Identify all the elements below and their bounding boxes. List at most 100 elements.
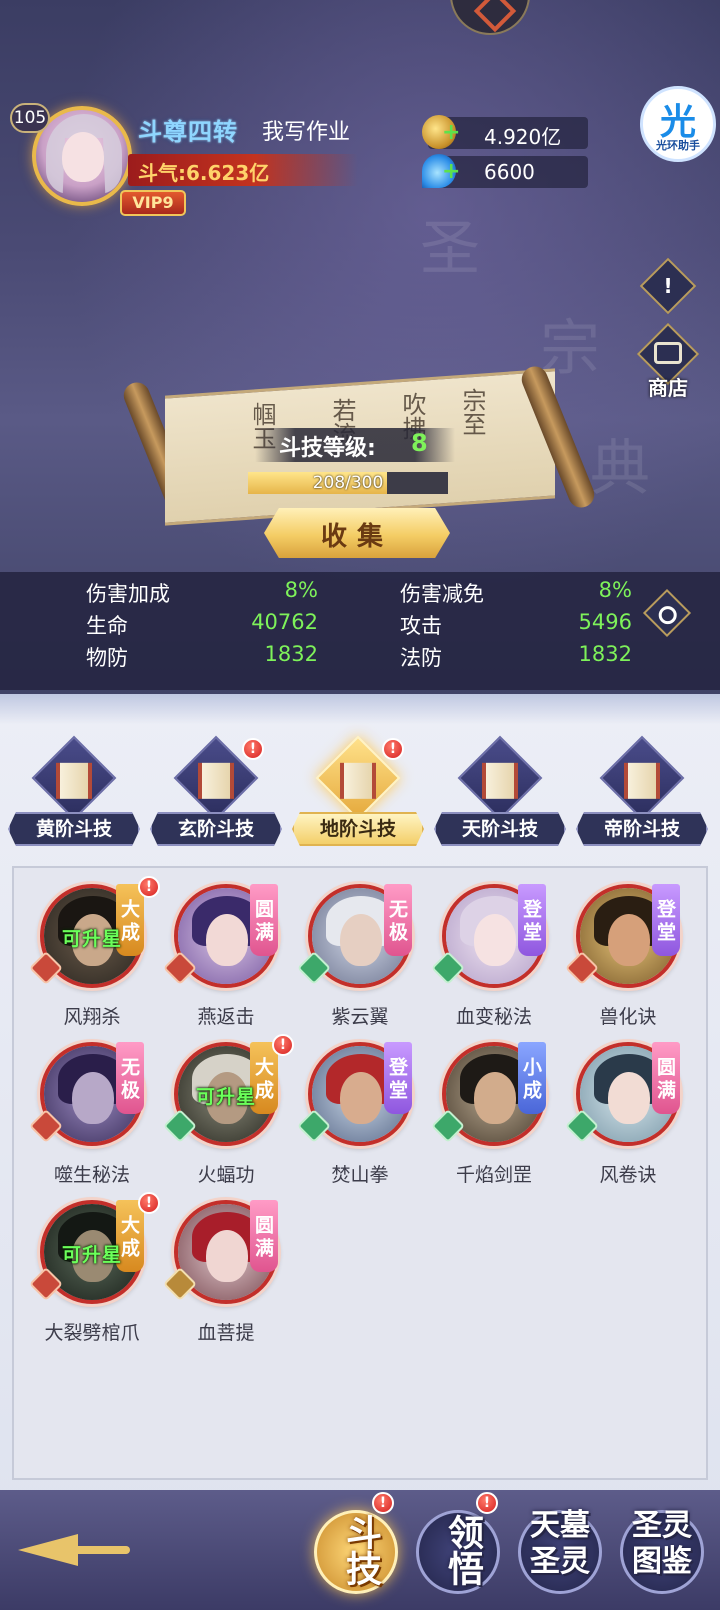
skill-card[interactable]: 大成 可升星 风翔杀 [29,884,166,1034]
skill-grade-badge: 小成 [518,1042,546,1114]
alert-icon: ! [372,1492,394,1514]
alert-icon: ! [242,738,264,760]
skill-grade-badge: 圆满 [250,884,278,956]
skill-name: 风翔杀 [63,1006,121,1028]
skill-grade-badge: 登堂 [518,884,546,956]
skill-level-display: 斗技等级: 8 [255,428,455,462]
star-up-label: 可升星 [61,928,122,950]
skill-card[interactable]: 小成 千焰剑罡 [431,1042,568,1192]
stat-label: 攻击 [400,614,442,638]
skill-card[interactable]: 大成 可升星 火蝠功 [163,1042,300,1192]
tab-label: 地阶斗技 [292,812,424,846]
stat-label: 生命 [86,614,128,638]
skill-name: 燕返击 [197,1006,255,1028]
tab-label: 天阶斗技 [434,812,566,846]
skill-name: 大裂劈棺爪 [44,1322,140,1344]
collect-button[interactable]: 收集 [264,508,450,558]
gold-resource[interactable]: + 4.920亿 [422,115,588,149]
skill-card[interactable]: 无极 紫云翼 [297,884,434,1034]
scroll-book-icon [599,735,685,821]
tab-label: 玄阶斗技 [150,812,282,846]
skill-progress-text: 208/300 [312,473,384,493]
tab-di-skills[interactable]: 地阶斗技 [290,735,426,850]
tab-label: 帝阶斗技 [576,812,708,846]
skill-name: 噬生秘法 [53,1164,130,1186]
alert-icon: ! [272,1034,294,1056]
rank-title: 斗尊四转 [138,118,238,146]
player-name: 我写作业 [262,120,351,145]
nav-spirit-codex[interactable]: 圣灵图鉴 [614,1500,710,1600]
shop-icon [654,342,682,364]
skill-card[interactable]: 登堂 兽化诀 [565,884,702,1034]
skill-name: 兽化诀 [599,1006,657,1028]
star-up-label: 可升星 [61,1244,122,1266]
add-gold-icon[interactable]: + [442,122,460,144]
skill-card[interactable]: 圆满 风卷诀 [565,1042,702,1192]
skill-name: 千焰剑罡 [455,1164,532,1186]
skill-card[interactable]: 圆满 血菩提 [163,1200,300,1350]
stat-label: 伤害加成 [86,582,170,606]
skill-card[interactable]: 登堂 焚山拳 [297,1042,434,1192]
star-up-label: 可升星 [195,1086,256,1108]
nav-skills[interactable]: 斗技 [308,1500,404,1600]
exclamation-icon: ! [663,274,673,298]
scroll-book-icon [31,735,117,821]
tab-label: 黄阶斗技 [8,812,140,846]
stat-label: 物防 [86,646,128,670]
skill-grade-badge: 登堂 [652,884,680,956]
skill-name: 血变秘法 [455,1006,532,1028]
tab-huang-skills[interactable]: 黄阶斗技 [6,735,142,850]
spirit-resource[interactable]: + 6600 [422,154,588,188]
skill-name: 紫云翼 [331,1006,389,1028]
shop-button[interactable]: 商店 [634,322,702,404]
nav-comprehend[interactable]: 领悟 [410,1500,506,1600]
power-value: 斗气:6.623亿 [138,161,270,185]
skill-progress-bar: 208/300 [248,472,448,494]
skill-card[interactable]: 登堂 血变秘法 [431,884,568,1034]
nav-comprehend-label: 领悟 [442,1514,483,1586]
skill-grade-badge: 登堂 [384,1042,412,1114]
tab-xuan-skills[interactable]: 玄阶斗技 [148,735,284,850]
stat-label: 法防 [400,646,442,670]
back-arrow-icon[interactable] [18,1520,130,1576]
vip-badge[interactable]: VIP9 [120,190,186,216]
tab-di-emperor-skills[interactable]: 帝阶斗技 [574,735,710,850]
alert-icon: ! [382,738,404,760]
stat-label: 伤害减免 [400,582,484,606]
add-spirit-icon[interactable]: + [442,161,460,183]
collect-button-label: 收集 [320,522,393,552]
stat-value: 8% [598,578,632,602]
skill-name: 血菩提 [197,1322,255,1344]
nav-spirit-codex-label: 圣灵图鉴 [632,1508,692,1579]
skill-card[interactable]: 大成 可升星 大裂劈棺爪 [29,1200,166,1350]
skill-grade-badge: 圆满 [652,1042,680,1114]
shop-label: 商店 [648,376,688,400]
nav-skills-label: 斗技 [340,1514,381,1586]
skill-name: 火蝠功 [197,1164,255,1186]
spirit-value: 6600 [484,160,535,184]
skill-grade-badge: 无极 [384,884,412,956]
skill-name: 风卷诀 [599,1164,657,1186]
skill-grade-badge: 无极 [116,1042,144,1114]
stats-panel: 伤害加成 8% 伤害减免 8% 生命 40762 攻击 5496 物防 1832… [0,572,720,690]
skill-card[interactable]: 无极 噬生秘法 [29,1042,166,1192]
gold-value: 4.920亿 [484,125,562,149]
halo-helper-button[interactable]: 光 光环助手 [640,86,716,162]
alert-icon: ! [138,876,160,898]
tab-tian-skills[interactable]: 天阶斗技 [432,735,568,850]
skill-level-label: 斗技等级: [279,436,376,461]
stat-value: 1832 [264,642,318,666]
stat-value: 8% [284,578,318,602]
stat-value: 1832 [578,642,632,666]
skill-level-value: 8 [411,429,428,457]
nav-tomb-spirits-label: 天墓圣灵 [530,1508,590,1579]
halo-helper-caption: 光环助手 [656,139,700,152]
nav-tomb-spirits[interactable]: 天墓圣灵 [512,1500,608,1600]
skill-grade-badge: 圆满 [250,1200,278,1272]
scroll-book-icon [457,735,543,821]
skill-card[interactable]: 圆满 燕返击 [163,884,300,1034]
player-level-badge: 105 [10,103,50,133]
skill-name: 焚山拳 [331,1164,389,1186]
alert-icon: ! [476,1492,498,1514]
stat-value: 40762 [251,610,318,634]
